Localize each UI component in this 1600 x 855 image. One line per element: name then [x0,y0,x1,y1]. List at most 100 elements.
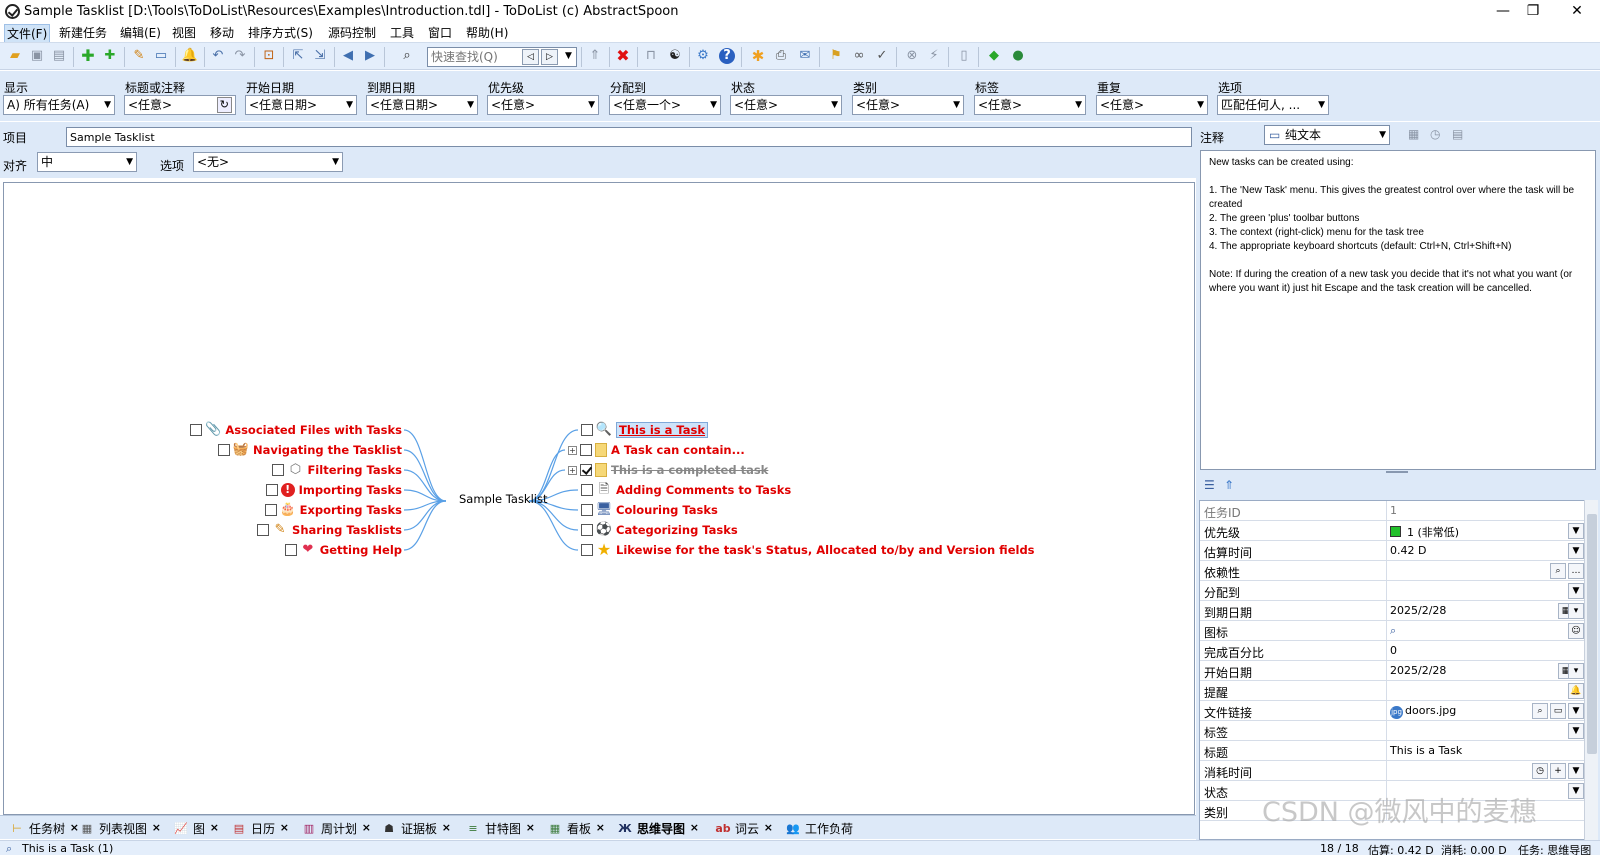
filter-category-combo[interactable]: <任意> ▼ [852,95,964,115]
clear-icon[interactable]: ✓ [874,48,890,64]
binoculars-icon[interactable]: ⌕ [399,48,415,64]
note-format-combo[interactable]: ▭ 纯文本 ▼ [1264,125,1390,145]
undo-icon[interactable]: ↶ [210,48,226,64]
tab-list-view[interactable]: ▦ 列表视图 × [80,819,161,837]
property-row[interactable]: 图标 ⌕ ☺ [1200,621,1584,641]
find-next-button[interactable]: ▷ [541,49,558,65]
property-button[interactable]: ▾ [1568,663,1584,679]
tab-word-cloud[interactable]: ab 词云 × [715,819,773,837]
mindmap-node[interactable]: 🎂 Exporting Tasks [264,501,402,519]
menu-source-control[interactable]: 源码控制 [326,24,378,41]
scrollbar-thumb[interactable] [1587,514,1597,754]
lock-icon[interactable]: ⊓ [643,48,659,64]
task-checkbox[interactable] [581,484,593,496]
task-checkbox[interactable] [581,544,593,556]
close-icon[interactable]: × [442,821,451,834]
quick-find-combo[interactable]: ◁ ▷ ▼ [427,47,577,67]
calendar-icon[interactable]: ▦ [1408,127,1419,141]
property-row[interactable]: 估算时间 0.42 D ▼ [1200,541,1584,561]
menu-view[interactable]: 视图 [170,24,198,41]
expand-icon[interactable]: ⇲ [312,48,328,64]
tab-mindmap[interactable]: Ж 思维导图 × [618,819,699,837]
close-button[interactable]: ✕ [1554,0,1600,24]
tag-icon[interactable]: ◆ [986,48,1002,64]
project-name-input[interactable] [66,127,1192,147]
task-checkbox[interactable] [581,424,593,436]
restore-button[interactable]: ❐ [1510,0,1556,24]
scroll-icon[interactable]: ▯ [956,48,972,64]
task-checkbox[interactable] [581,524,593,536]
close-icon[interactable]: × [690,821,699,834]
filter-title-input[interactable]: <任意> ↻ [124,95,236,115]
refresh-icon[interactable]: ↻ [216,97,232,113]
property-button[interactable]: ▼ [1568,543,1584,559]
sparkle-icon[interactable]: ✱ [750,48,766,64]
task-checkbox[interactable] [581,504,593,516]
mindmap-node[interactable]: 🗎 Adding Comments to Tasks [581,481,791,499]
mindmap-node[interactable]: + A Task can contain... [568,441,745,459]
sort-icon[interactable]: ⇑ [1224,478,1234,492]
property-row[interactable]: 分配到 ▼ [1200,581,1584,601]
link-icon[interactable]: ∞ [851,48,867,64]
panel-splitter[interactable] [1386,471,1408,473]
property-scrollbar[interactable] [1584,500,1598,840]
back-arrow-icon[interactable]: ◀ [340,48,356,64]
tab-week-planner[interactable]: ▥ 周计划 × [302,819,371,837]
mindmap-canvas[interactable]: Sample Tasklist 📎 Associated Files with T… [3,182,1195,815]
list-icon[interactable]: ☰ [1204,478,1215,492]
expand-icon[interactable]: + [568,465,577,475]
save-icon[interactable]: ▣ [29,48,45,64]
goto-task-icon[interactable]: ⊡ [261,48,277,64]
mindmap-node[interactable]: ★ Likewise for the task's Status, Allocat… [581,541,1035,559]
mindmap-node[interactable]: 🧺 Navigating the Tasklist [217,441,402,459]
task-checkbox[interactable] [272,464,285,476]
property-button[interactable]: ▼ [1568,763,1584,779]
task-checkbox[interactable] [580,444,592,456]
expand-icon[interactable]: + [568,445,577,455]
filter-options-combo[interactable]: 匹配任何人, ... ▼ [1217,95,1329,115]
close-icon[interactable]: × [152,821,161,834]
close-icon[interactable]: × [526,821,535,834]
property-row[interactable]: 优先级 1 (非常低) ▼ [1200,521,1584,541]
add-subtask-icon[interactable]: ✚ [102,48,118,64]
property-button[interactable]: ◷ [1532,763,1548,779]
property-row[interactable]: 到期日期 2025/2/28 ▦ ▾ [1200,601,1584,621]
menu-edit[interactable]: 编辑(E) [118,24,163,41]
property-button[interactable]: ▾ [1568,603,1584,619]
menu-move[interactable]: 移动 [208,24,236,41]
property-button[interactable]: … [1568,563,1584,579]
lightning-icon[interactable]: ⚡ [926,48,942,64]
property-row[interactable]: 依赖性 ⌕… [1200,561,1584,581]
yin-yang-icon[interactable]: ☯ [667,48,683,64]
mindmap-node[interactable]: ⚽ Categorizing Tasks [581,521,738,539]
mindmap-node[interactable]: + This is a completed task [568,461,768,479]
menu-window[interactable]: 窗口 [426,24,454,41]
reminder-bell-icon[interactable]: 🔔 [182,48,198,64]
task-checkbox[interactable] [580,464,592,476]
filter-due-date-combo[interactable]: <任意日期> ▼ [366,95,478,115]
task-checkbox[interactable] [190,424,203,436]
property-row[interactable]: 文件链接 jpg doors.jpg ⌕ ▭ ▼ [1200,701,1584,721]
task-checkbox[interactable] [264,504,277,516]
gear-icon[interactable]: ⚙ [695,48,711,64]
edit-pencil-icon[interactable]: ✎ [131,48,147,64]
collapse-icon[interactable]: ⇱ [290,48,306,64]
globe-icon[interactable]: ● [1010,48,1026,64]
mindmap-root[interactable]: Sample Tasklist [459,492,548,506]
cancel-circle-icon[interactable]: ⊗ [904,48,920,64]
help-icon[interactable]: ? [719,48,735,64]
property-button[interactable]: + [1550,763,1566,779]
property-row[interactable]: 消耗时间 ◷ + ▼ [1200,761,1584,781]
filter-tags-combo[interactable]: <任意> ▼ [974,95,1086,115]
print-icon[interactable]: ⎙ [773,48,789,64]
property-button[interactable]: ▼ [1568,523,1584,539]
flag-icon[interactable]: ⚑ [828,48,844,64]
tab-evidence-board[interactable]: ☗ 证据板 × [382,819,451,837]
tab-gantt[interactable]: ≡ 甘特图 × [466,819,535,837]
notes-textarea[interactable]: New tasks can be created using: 1. The '… [1200,150,1596,470]
close-icon[interactable]: × [70,821,79,834]
clock-icon[interactable]: ◷ [1430,127,1440,141]
property-button[interactable]: ▼ [1568,783,1584,799]
filter-status-combo[interactable]: <任意> ▼ [730,95,842,115]
property-row[interactable]: 提醒 🔔 [1200,681,1584,701]
